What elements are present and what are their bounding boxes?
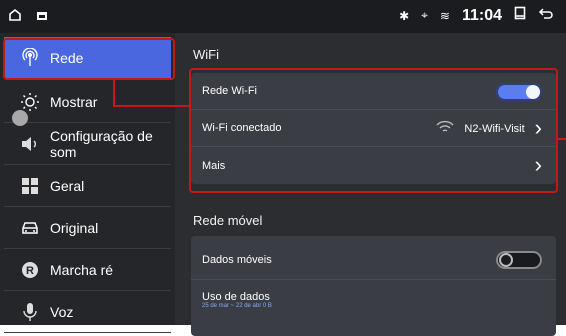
car-icon [20,218,40,238]
row-right: › [535,147,542,184]
sidebar-item-configuracao-de-som[interactable]: Configuração de som [4,123,171,165]
bluetooth-icon: ✱ [399,8,410,23]
row-right [496,240,542,280]
chevron-right-icon: › [534,151,542,177]
svg-text:R: R [26,265,34,277]
mobile-data-toggle[interactable] [496,251,542,269]
row-label: Mais [202,159,226,172]
mobile-section-title: Rede móvel [193,213,263,228]
brightness-icon [20,92,40,112]
sidebar-item-label: Voz [50,303,74,320]
reverse-icon: R [20,260,40,280]
wifi-card: Rede Wi-Fi Wi-Fi conectado N2-Wifi-Visit… [191,73,556,184]
network-name: N2-Wifi-Visit [464,122,525,135]
grid-icon [20,176,40,196]
connector-line [113,80,115,107]
wifi-connected-row[interactable]: Wi-Fi conectado N2-Wifi-Visit › [191,110,556,147]
home-icon[interactable] [8,8,22,27]
clock: 11:04 [461,6,502,24]
window-icon[interactable] [514,6,526,25]
chevron-right-icon: › [534,114,542,140]
toggle-knob [499,253,513,267]
content-panel: WiFi Rede Wi-Fi Wi-Fi conectado N2-Wifi-… [176,33,566,336]
sidebar-item-label: Original [50,219,99,236]
sidebar-item-original[interactable]: Original [4,207,171,249]
toggle-knob [526,84,540,99]
data-usage-period: 25 de mar ~ 22 de abr 0 B [202,303,272,309]
screen: ✱ ⌖ ≋ 11:04 Rede Mostrar Configuração de… [0,0,566,336]
sidebar-item-voz[interactable]: Voz [4,291,171,333]
wifi-signal-icon [436,120,454,137]
row-label: Uso de dados [202,291,270,303]
connector-line [113,105,190,107]
microphone-icon [20,302,40,322]
row-right: N2-Wifi-Visit › [436,110,542,147]
mobile-card: Dados móveis Uso de dados 25 de mar ~ 22… [191,236,556,336]
back-icon[interactable] [538,6,554,25]
row-label: Wi-Fi conectado [202,122,282,134]
floating-assistive-button[interactable] [12,110,28,126]
row-label: Rede Wi-Fi [202,85,258,97]
status-right: ✱ ⌖ ≋ 11:04 [399,6,554,25]
wifi-toggle-row[interactable]: Rede Wi-Fi [191,73,556,110]
sidebar-item-mostrar[interactable]: Mostrar [4,81,171,123]
sidebar-item-marcha-re[interactable]: R Marcha ré [4,249,171,291]
sidebar-item-geral[interactable]: Geral [4,165,171,207]
status-left [8,8,48,27]
row-right [496,73,542,110]
settings-screen: ✱ ⌖ ≋ 11:04 Rede Mostrar Configuração de… [0,0,566,336]
sidebar-item-label: Mostrar [50,93,98,110]
sidebar-item-rede[interactable]: Rede [4,37,171,79]
wifi-icon [20,48,40,68]
sidebar-item-label: Rede [50,50,84,66]
wifi-icon: ≋ [439,8,450,23]
sidebar: Rede Mostrar Configuração de som Geral O… [0,33,175,333]
mobile-data-row[interactable]: Dados móveis [191,240,556,280]
connector-line [558,138,566,140]
sidebar-item-label: Geral [50,177,85,194]
wifi-more-row[interactable]: Mais › [191,147,556,184]
notification-icon [36,9,48,27]
location-icon: ⌖ [421,8,428,22]
wifi-toggle[interactable] [496,82,542,101]
wifi-section-title: WiFi [193,47,219,62]
row-label: Dados móveis [202,253,272,266]
sidebar-item-label: Marcha ré [50,261,114,278]
speaker-icon [20,134,40,154]
status-bar: ✱ ⌖ ≋ 11:04 [0,0,566,33]
data-usage-row[interactable]: Uso de dados 25 de mar ~ 22 de abr 0 B [191,280,556,320]
sidebar-item-label: Configuração de som [50,127,153,160]
